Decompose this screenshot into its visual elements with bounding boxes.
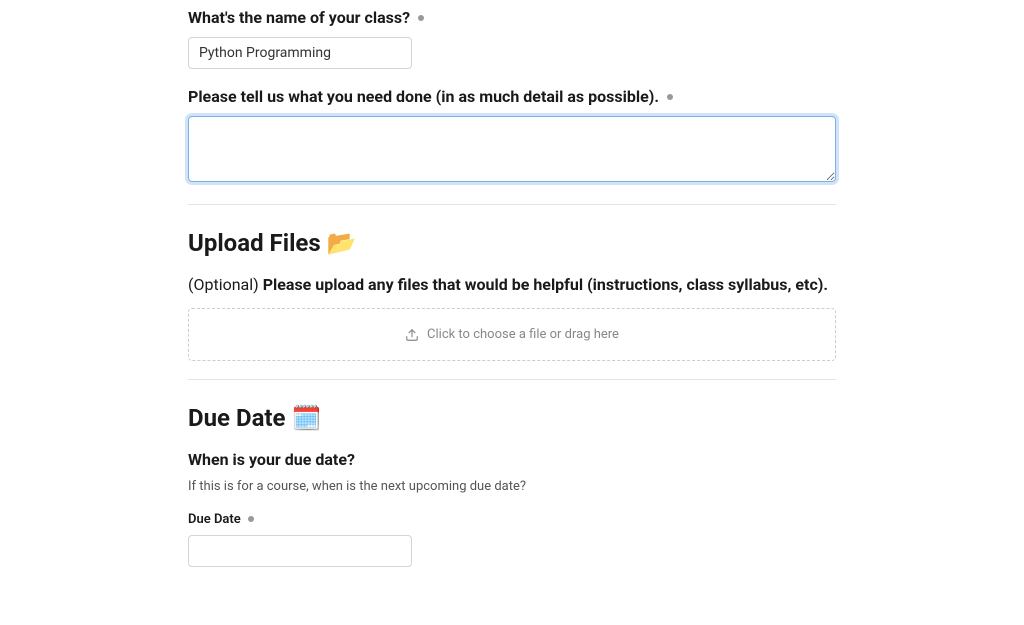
upload-instruction: (Optional) Please upload any files that … [188,275,836,294]
section-divider [188,204,836,205]
due-date-helper: If this is for a course, when is the nex… [188,479,836,494]
details-textarea[interactable] [188,116,836,182]
required-indicator [667,94,673,100]
due-date-input[interactable] [188,535,412,567]
due-date-label-text: Due Date [188,512,241,527]
upload-optional-text: (Optional) [188,275,263,294]
upload-icon [405,328,419,342]
class-name-label: What's the name of your class? [188,8,836,27]
section-divider [188,379,836,380]
class-name-input[interactable] [188,37,412,69]
details-label: Please tell us what you need done (in as… [188,87,836,106]
file-dropzone[interactable]: Click to choose a file or drag here [188,308,836,361]
upload-instruction-text: Please upload any files that would be he… [263,275,828,294]
due-date-question: When is your due date? [188,450,836,469]
dropzone-text: Click to choose a file or drag here [427,327,619,342]
class-name-label-text: What's the name of your class? [188,8,410,27]
upload-heading: Upload Files 📂 [188,229,836,257]
class-name-field: What's the name of your class? [188,8,836,69]
due-date-field: Due Date [188,512,836,567]
details-label-text: Please tell us what you need done (in as… [188,87,659,106]
due-date-heading: Due Date 🗓️ [188,404,836,432]
required-indicator [418,15,424,21]
required-indicator [248,516,254,522]
details-field: Please tell us what you need done (in as… [188,87,836,186]
due-date-label: Due Date [188,512,836,527]
